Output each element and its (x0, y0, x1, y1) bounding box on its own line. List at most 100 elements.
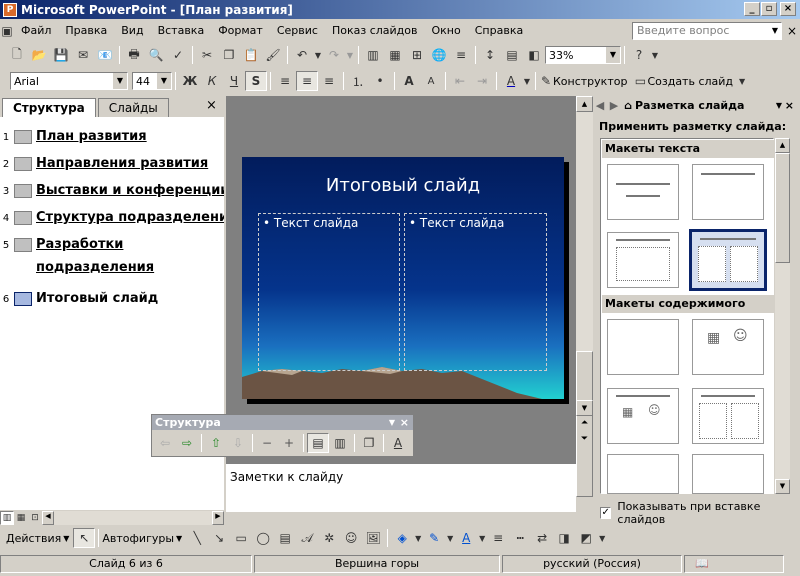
status-spelling-icon[interactable]: 📖 (684, 554, 784, 573)
scroll-up-icon[interactable]: ▲ (576, 96, 593, 112)
outline-text[interactable]: Разработки подразделения (36, 233, 176, 279)
chart-icon[interactable]: ▥ (362, 45, 384, 65)
outline-text[interactable]: Итоговый слайд (36, 287, 158, 310)
scroll-down-icon[interactable]: ▼ (576, 400, 593, 416)
expand-all-outline-icon[interactable]: ▥ (329, 433, 351, 453)
maximize-button[interactable]: ▫ (761, 2, 777, 16)
designer-icon[interactable]: ✎ (539, 71, 553, 91)
prev-slide-icon[interactable]: ⏶ (576, 418, 593, 432)
3d-style-icon[interactable]: ◩ (575, 528, 597, 548)
demote-icon[interactable]: ⇨ (176, 433, 198, 453)
clipart-icon[interactable]: ☺ (340, 528, 362, 548)
promote-icon[interactable]: ⇦ (154, 433, 176, 453)
actions-dropdown-icon[interactable]: ▼ (63, 534, 69, 543)
color-grayscale-icon[interactable]: ◧ (523, 45, 545, 65)
close-button[interactable]: × (780, 2, 796, 16)
tp-scroll-down-icon[interactable]: ▼ (775, 479, 790, 494)
outline-item[interactable]: 1 План развития (0, 129, 147, 148)
outline-text[interactable]: Направления развития (36, 152, 208, 175)
hyperlink-icon[interactable]: 🌐 (428, 45, 450, 65)
line-color-icon[interactable]: ✎ (423, 528, 445, 548)
table-icon[interactable]: ▦ (384, 45, 406, 65)
show-formatting-icon[interactable]: ↕ (479, 45, 501, 65)
collapse-all-icon[interactable]: ▤ (307, 433, 329, 453)
outline-item-selected[interactable]: 6 Итоговый слайд (0, 291, 158, 310)
menu-file[interactable]: Файл (14, 24, 58, 37)
doc-icon[interactable]: ▣ (0, 21, 14, 41)
expand-icon[interactable]: + (278, 433, 300, 453)
layout-title-content-text[interactable] (607, 454, 679, 494)
show-formatting-outline-icon[interactable]: A (387, 433, 409, 453)
outline-text[interactable]: Структура подразделения (36, 206, 236, 229)
menu-edit[interactable]: Правка (58, 24, 114, 37)
outline-text[interactable]: Выставки и конференции (36, 179, 229, 202)
paste-icon[interactable]: 📋 (240, 45, 262, 65)
shadow-style-icon[interactable]: ◨ (553, 528, 575, 548)
hscroll-left-icon[interactable]: ◀ (42, 511, 54, 525)
copy-icon[interactable]: ❐ (218, 45, 240, 65)
outline-text[interactable]: План развития (36, 125, 147, 148)
tp-scroll-thumb[interactable] (775, 153, 790, 263)
taskpane-vscrollbar[interactable]: ▲ ▼ (775, 138, 790, 494)
decrease-indent-icon[interactable]: ⇤ (449, 71, 471, 91)
draw-options-icon[interactable]: ▼ (597, 528, 607, 548)
layout-blank[interactable] (607, 319, 679, 375)
layout-content[interactable]: ▦ ☺ (692, 319, 764, 375)
collapse-icon[interactable]: − (256, 433, 278, 453)
menu-help[interactable]: Справка (468, 24, 530, 37)
layout-two-column-text[interactable] (689, 229, 767, 291)
wordart-icon[interactable]: 𝒜 (296, 528, 318, 548)
floatbar-titlebar[interactable]: Структура ▼ × (152, 415, 413, 430)
floatbar-menu-icon[interactable]: ▼ (389, 415, 395, 430)
font-dropdown-icon[interactable]: ▼ (113, 73, 127, 89)
line-style-icon[interactable]: ≡ (487, 528, 509, 548)
tp-close-icon[interactable]: × (785, 99, 794, 112)
select-pointer-icon[interactable]: ↖ (73, 528, 96, 548)
left-placeholder[interactable]: • Текст слайда (258, 213, 400, 371)
minimize-button[interactable]: _ (744, 2, 760, 16)
rectangle-icon[interactable]: ▭ (230, 528, 252, 548)
diagram-icon[interactable]: ✲ (318, 528, 340, 548)
zoom-dropdown-icon[interactable]: ▼ (606, 47, 620, 63)
align-right-icon[interactable]: ≡ (318, 71, 340, 91)
oval-icon[interactable]: ◯ (252, 528, 274, 548)
menu-slideshow[interactable]: Показ слайдов (325, 24, 425, 37)
bullets-icon[interactable]: • (369, 71, 391, 91)
permission-icon[interactable]: ✉ (72, 45, 94, 65)
tp-home-icon[interactable]: ⌂ (621, 99, 635, 112)
tp-menu-icon[interactable]: ▼ (776, 101, 782, 110)
redo-dropdown-icon[interactable]: ▼ (345, 45, 355, 65)
expand-all-icon[interactable]: ≡ (450, 45, 472, 65)
open-icon[interactable]: 📂 (28, 45, 50, 65)
bold-button[interactable]: Ж (179, 71, 201, 91)
powerpoint-app-icon[interactable]: P (3, 2, 17, 17)
menu-format[interactable]: Формат (211, 24, 270, 37)
shadow-button[interactable]: S (245, 71, 267, 91)
tp-forward-icon[interactable]: ▶ (607, 99, 621, 112)
numbering-icon[interactable]: ⒈ (347, 71, 369, 91)
format-options-icon[interactable]: ▼ (737, 71, 747, 91)
line-color-dropdown-icon[interactable]: ▼ (445, 528, 455, 548)
slideshow-view-icon[interactable]: ⊡ (28, 511, 42, 525)
layout-title-only[interactable] (692, 164, 764, 220)
floatbar-close-icon[interactable]: × (400, 415, 409, 430)
tp-scroll-up-icon[interactable]: ▲ (775, 138, 790, 153)
zoom-select[interactable]: 33% ▼ (545, 46, 621, 64)
italic-button[interactable]: К (201, 71, 223, 91)
menu-view[interactable]: Вид (114, 24, 150, 37)
size-dropdown-icon[interactable]: ▼ (157, 73, 171, 89)
line-icon[interactable]: ╲ (186, 528, 208, 548)
slide-title[interactable]: Итоговый слайд (242, 175, 564, 196)
textbox-icon[interactable]: ▤ (274, 528, 296, 548)
menu-window[interactable]: Окно (425, 24, 468, 37)
menu-insert[interactable]: Вставка (151, 24, 212, 37)
outline-item[interactable]: 3 Выставки и конференции (0, 183, 229, 202)
actions-button[interactable]: Действия (6, 532, 61, 545)
pane-close-icon[interactable]: × (206, 98, 217, 113)
picture-icon[interactable]: 🖼 (362, 528, 384, 548)
new-icon[interactable]: 🗋 (6, 45, 28, 65)
tab-outline[interactable]: Структура (2, 98, 96, 117)
increase-indent-icon[interactable]: ⇥ (471, 71, 493, 91)
font-select[interactable]: Arial ▼ (10, 72, 128, 90)
align-left-icon[interactable]: ≡ (274, 71, 296, 91)
